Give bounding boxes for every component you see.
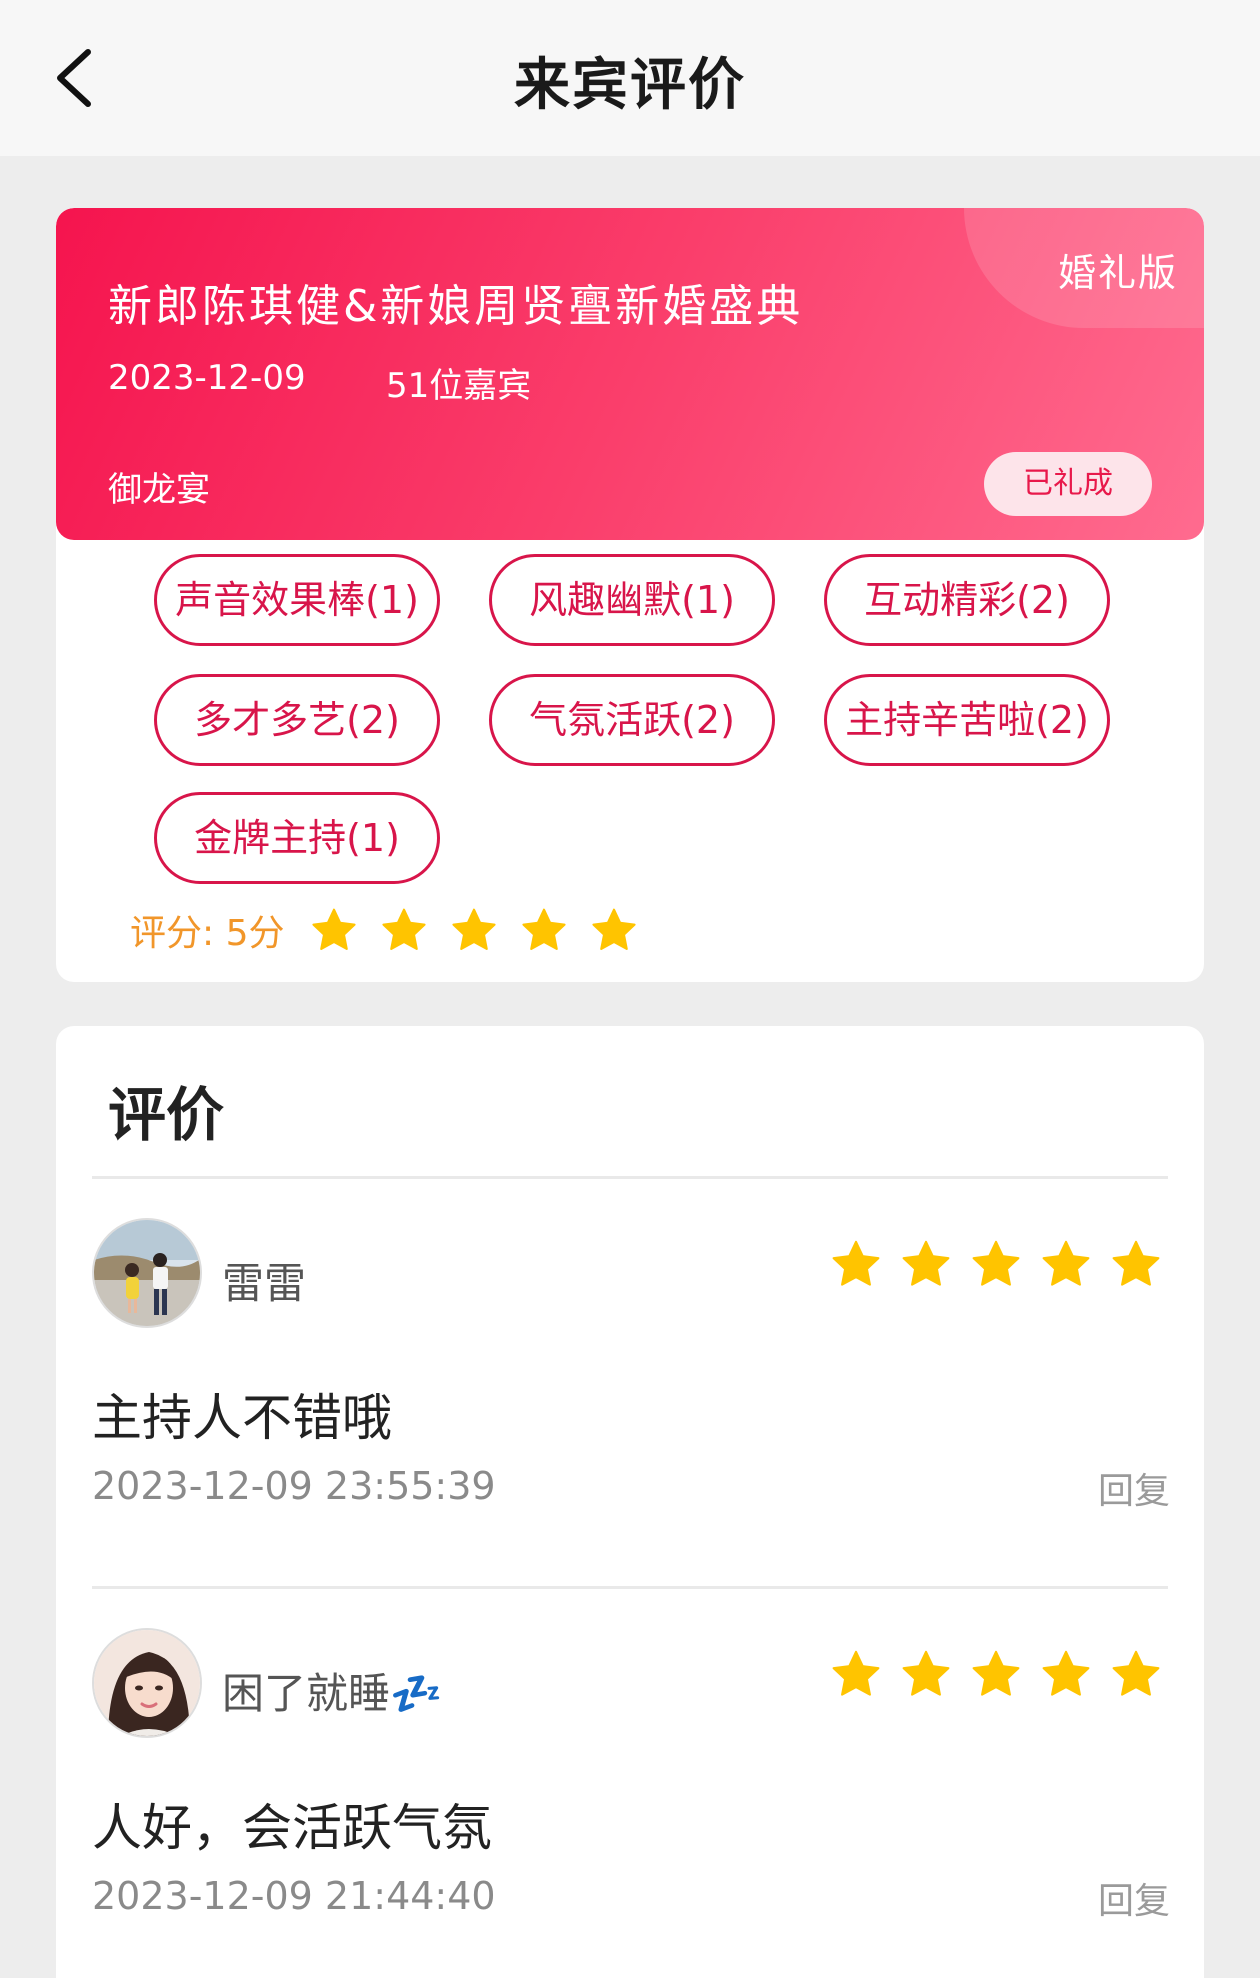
star-icon [972,1240,1020,1286]
star-icon [902,1240,950,1286]
star-icon [522,908,567,950]
avatar [92,1628,202,1738]
review-text: 人好，会活跃气氛 [92,1799,492,1857]
guest-count: 51位嘉宾 [386,366,532,406]
status-badge: 已礼成 [984,452,1152,516]
reply-button[interactable]: 回复 [1098,1872,1170,1924]
tag-chip[interactable]: 金牌主持(1) [154,792,440,884]
review-item: 雷雷 主持人不错哦 2023-12-09 23:55:39 回复 [56,1218,1204,1518]
star-icon [592,908,637,950]
star-icon [1112,1240,1160,1286]
top-navigation-bar: 来宾评价 [0,0,1260,156]
page-title: 来宾评价 [514,53,746,118]
avatar-couple-photo-icon [94,1220,200,1326]
star-icon [452,908,497,950]
tag-chip[interactable]: 主持辛苦啦(2) [824,674,1110,766]
review-timestamp: 2023-12-09 21:44:40 [92,1874,496,1918]
tag-chip[interactable]: 风趣幽默(1) [489,554,775,646]
tag-chip[interactable]: 气氛活跃(2) [489,674,775,766]
star-icon [1112,1650,1160,1696]
star-icon [1042,1240,1090,1286]
tag-chip[interactable]: 多才多艺(2) [154,674,440,766]
star-icon [972,1650,1020,1696]
review-item: 困了就睡💤 人好，会活跃气氛 2023-12-09 21:44:40 回复 [56,1628,1204,1928]
review-text: 主持人不错哦 [92,1389,392,1447]
edition-label: 婚礼版 [1057,251,1178,295]
review-timestamp: 2023-12-09 23:55:39 [92,1464,496,1508]
event-banner: 婚礼版 新郎陈琪健&新娘周贤亹新婚盛典 2023-12-09 51位嘉宾 御龙宴… [56,208,1204,540]
review-star-rating [830,1648,1162,1700]
divider [92,1586,1168,1589]
reviewer-name: 困了就睡💤 [222,1669,443,1718]
divider [92,1176,1168,1179]
rating-label: 评分: 5分 [130,913,285,954]
event-date: 2023-12-09 [108,358,306,398]
star-icon [312,908,357,950]
event-title: 新郎陈琪健&新娘周贤亹新婚盛典 [108,281,804,332]
star-icon [1042,1650,1090,1696]
reviews-card: 评价 雷雷 主持人不错哦 2023-12-09 23:55:39 回复 困了就睡… [56,1026,1204,1978]
overall-star-row [310,906,660,954]
star-icon [382,908,427,950]
tag-chip[interactable]: 互动精彩(2) [824,554,1110,646]
star-icon [832,1650,880,1696]
tag-chip[interactable]: 声音效果棒(1) [154,554,440,646]
overall-rating: 评分: 5分 [130,900,660,960]
evaluation-tags: 声音效果棒(1) 风趣幽默(1) 互动精彩(2) 多才多艺(2) 气氛活跃(2)… [154,554,1154,894]
star-icon [832,1240,880,1286]
event-summary-card: 婚礼版 新郎陈琪健&新娘周贤亹新婚盛典 2023-12-09 51位嘉宾 御龙宴… [56,208,1204,982]
venue-name: 御龙宴 [108,470,210,510]
review-star-rating [830,1238,1162,1290]
reviewer-name: 雷雷 [222,1259,307,1308]
reviews-heading: 评价 [108,1081,225,1149]
star-icon [902,1650,950,1696]
reply-button[interactable]: 回复 [1098,1462,1170,1514]
avatar [92,1218,202,1328]
avatar-woman-photo-icon [94,1630,200,1736]
